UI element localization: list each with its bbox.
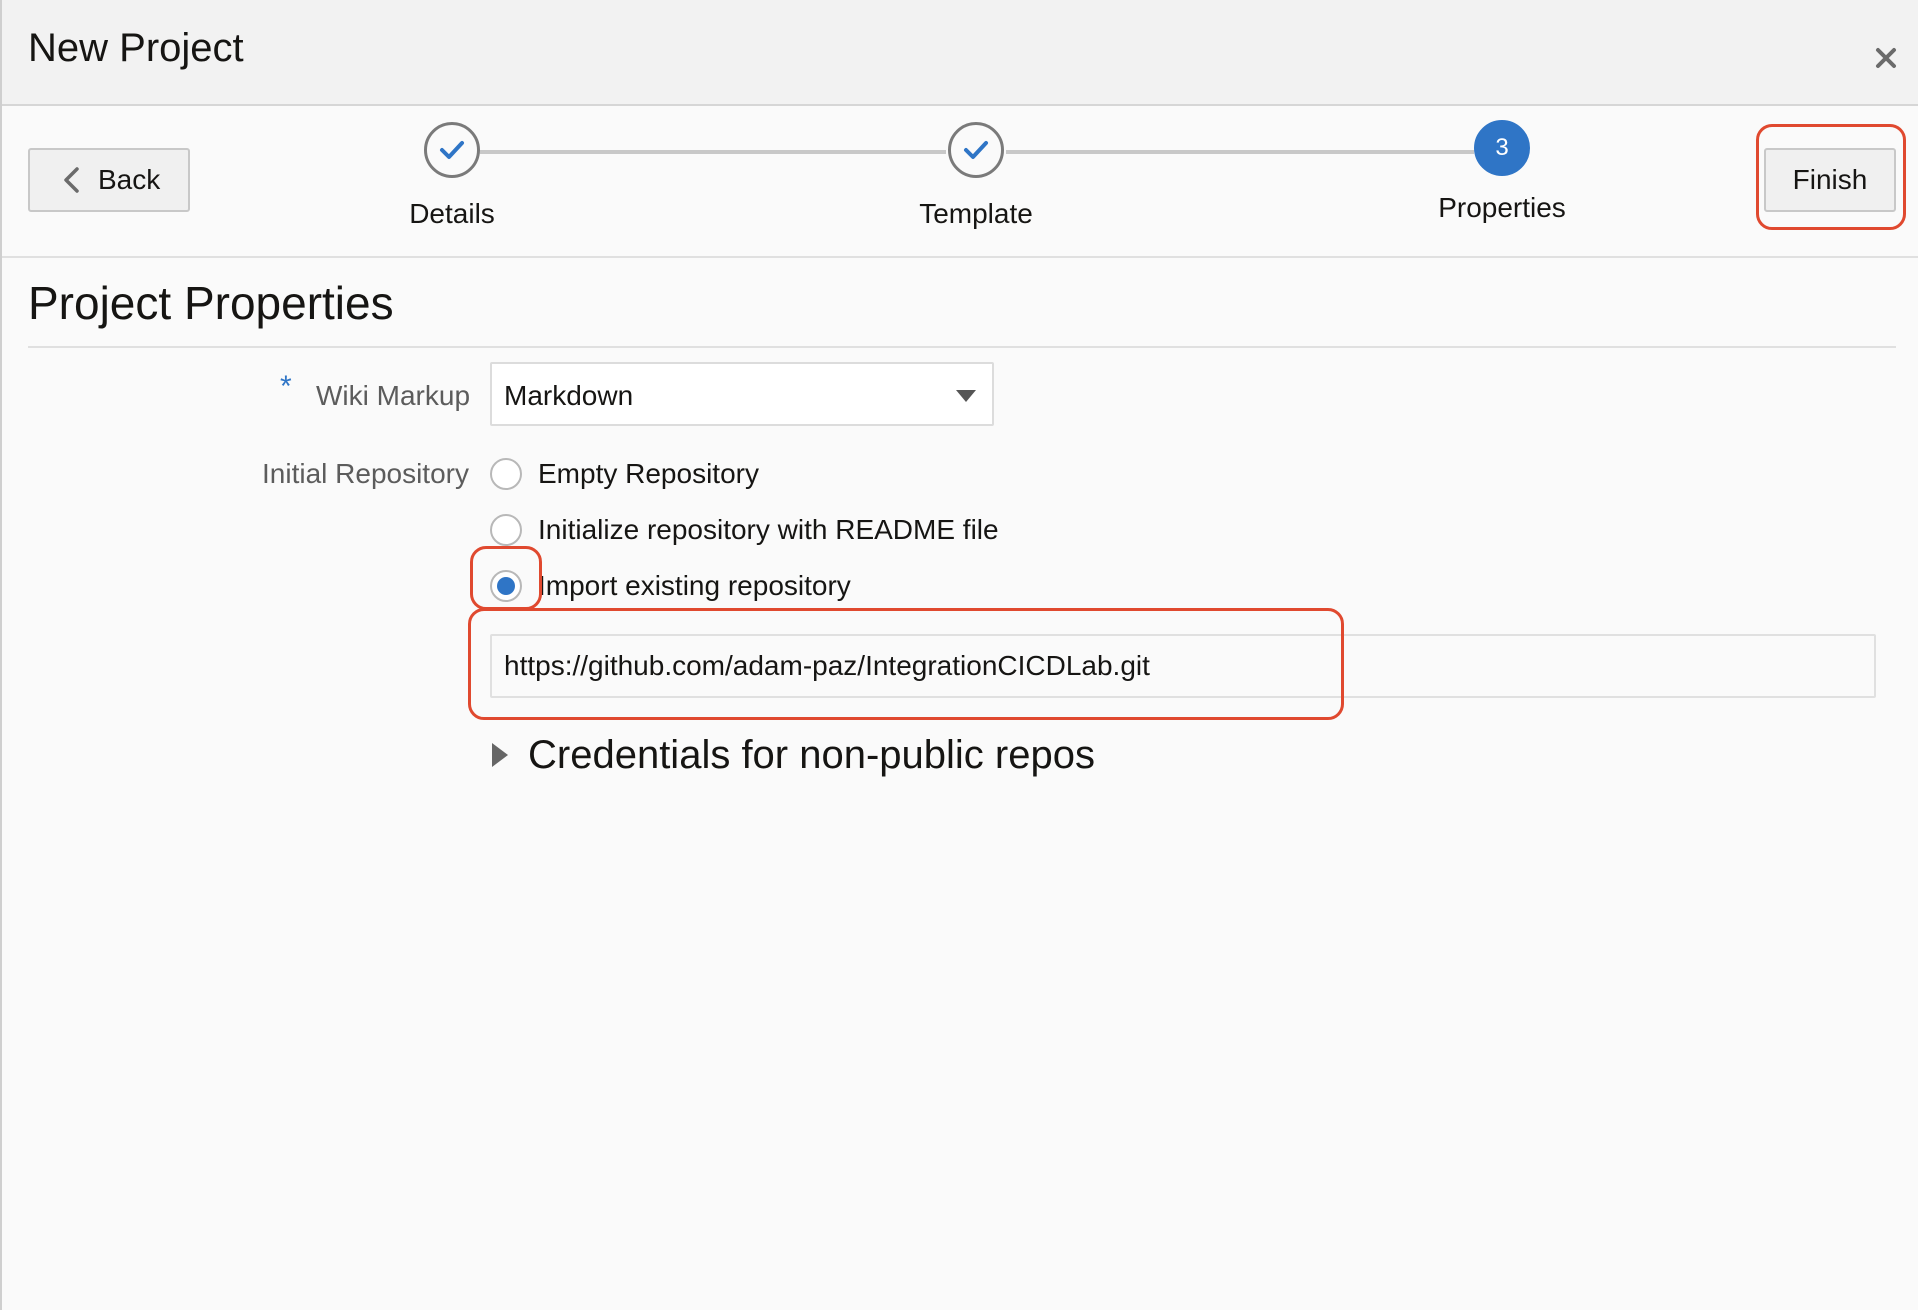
radio-label: Initialize repository with README file (538, 514, 999, 545)
dialog-title: New Project (28, 26, 244, 70)
radio-button[interactable] (490, 458, 522, 490)
step-label: Template (919, 198, 1033, 229)
radio-label: Import existing repository (538, 570, 851, 601)
initial-repository-label: Initial Repository (262, 458, 469, 489)
radio-empty-repository[interactable]: Empty Repository (490, 456, 759, 492)
radio-import-existing[interactable]: Import existing repository (490, 568, 851, 604)
check-icon (440, 141, 464, 159)
radio-label: Empty Repository (538, 458, 759, 489)
wiki-markup-value: Markdown (504, 380, 634, 411)
radio-initialize-readme[interactable]: Initialize repository with README file (490, 512, 999, 548)
chevron-down-icon (956, 390, 976, 402)
section-divider (28, 346, 1896, 348)
train-step-properties[interactable]: 3 Properties (1402, 120, 1602, 224)
dialog-header: New Project (2, 0, 1918, 106)
check-icon (964, 141, 988, 159)
step-completed-marker (424, 122, 480, 178)
credentials-disclosure[interactable]: Credentials for non-public repos (492, 730, 1095, 780)
step-label: Properties (1438, 192, 1566, 223)
wiki-markup-label: Wiki Markup (316, 380, 471, 411)
credentials-label: Credentials for non-public repos (528, 732, 1095, 777)
section-title: Project Properties (28, 277, 394, 329)
wiki-markup-select[interactable]: Markdown (490, 362, 994, 426)
repository-url-input[interactable] (490, 634, 1876, 698)
close-button[interactable] (1866, 38, 1906, 78)
new-project-dialog: New Project Back Details Template 3 Prop… (0, 0, 1918, 1310)
step-completed-marker (948, 122, 1004, 178)
radio-dot (497, 577, 515, 595)
disclosure-triangle-icon (492, 743, 508, 767)
train-step-details[interactable]: Details (352, 122, 552, 230)
close-icon (1876, 48, 1896, 68)
back-button[interactable]: Back (28, 148, 190, 212)
chevron-left-icon (64, 167, 79, 193)
radio-button-selected[interactable] (490, 570, 522, 602)
finish-button-label: Finish (1792, 164, 1868, 195)
wizard-train: Back Details Template 3 Properties Finis… (2, 106, 1918, 258)
back-button-label: Back (98, 164, 161, 195)
step-label: Details (409, 198, 495, 229)
radio-button[interactable] (490, 514, 522, 546)
train-step-template[interactable]: Template (876, 122, 1076, 230)
finish-button[interactable]: Finish (1764, 148, 1896, 212)
step-current-marker: 3 (1474, 120, 1530, 176)
required-marker: * (280, 370, 292, 403)
